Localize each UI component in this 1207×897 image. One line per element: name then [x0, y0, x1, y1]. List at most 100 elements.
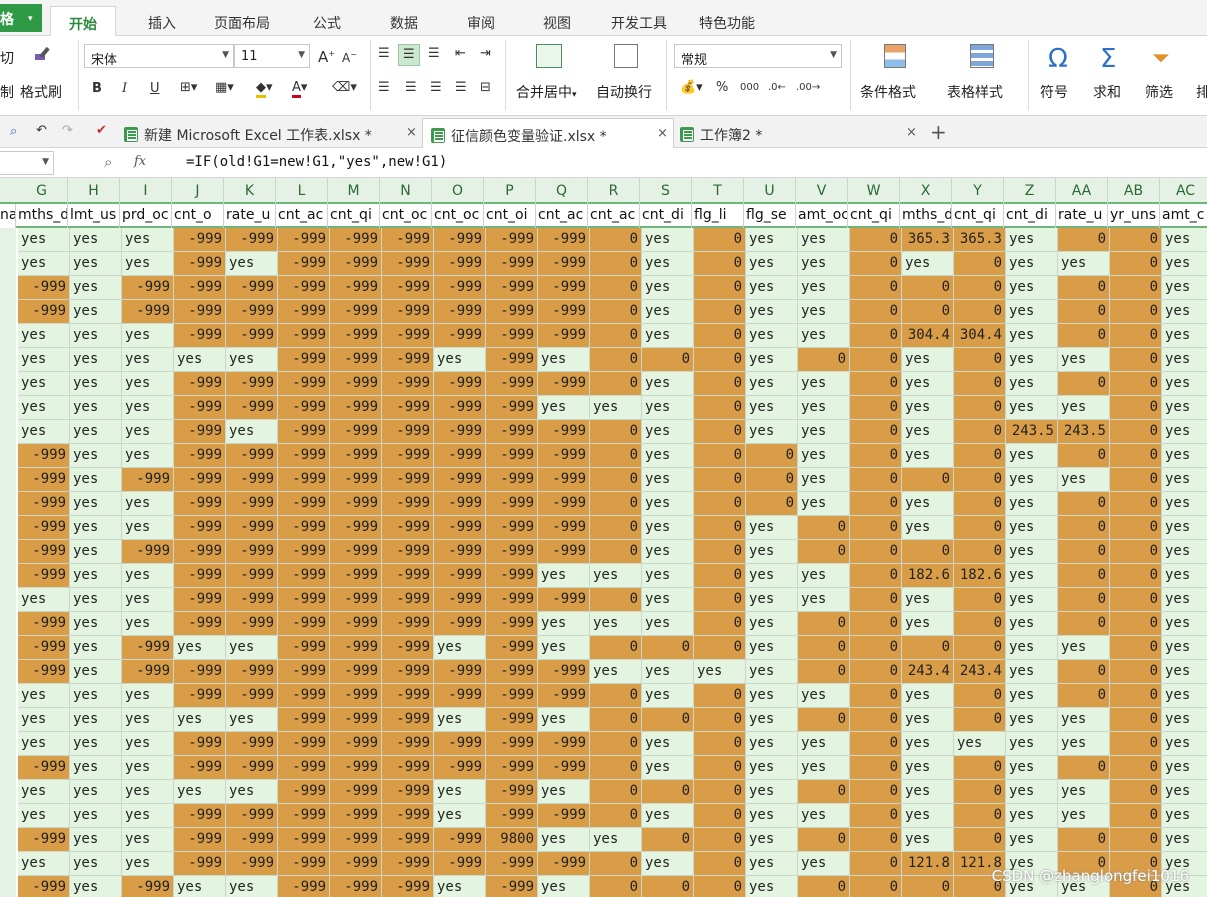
header-cell[interactable]: cnt_oc [380, 204, 432, 228]
table-cell[interactable]: 0 [1058, 660, 1110, 684]
font-size-select[interactable]: 11 ▼ [234, 44, 310, 68]
table-cell[interactable]: -999 [382, 684, 434, 708]
table-cell[interactable]: yes [746, 612, 798, 636]
column-header-t[interactable]: T [692, 178, 744, 204]
table-cell[interactable]: yes [1058, 804, 1110, 828]
table-cell[interactable]: yes [746, 804, 798, 828]
table-cell[interactable]: yes [1058, 780, 1110, 804]
table-cell[interactable]: yes [174, 636, 226, 660]
table-cell[interactable]: 0 [1058, 540, 1110, 564]
table-cell[interactable]: 121.8 [902, 852, 954, 876]
menu-tab-review[interactable]: 审阅 [467, 13, 495, 33]
table-cell[interactable]: yes [746, 780, 798, 804]
column-header-h[interactable]: H [68, 178, 120, 204]
table-cell[interactable]: yes [122, 588, 174, 612]
table-cell[interactable]: yes [434, 708, 486, 732]
table-cell[interactable]: -999 [330, 444, 382, 468]
table-cell[interactable]: 0 [590, 540, 642, 564]
table-cell[interactable]: yes [226, 876, 278, 897]
table-cell[interactable]: 0 [1110, 516, 1162, 540]
table-cell[interactable]: -999 [486, 228, 538, 252]
table-cell[interactable]: -999 [330, 636, 382, 660]
table-cell[interactable]: 0 [642, 780, 694, 804]
table-cell[interactable]: 0 [694, 540, 746, 564]
table-cell[interactable]: -999 [226, 540, 278, 564]
menu-tab-special[interactable]: 特色功能 [699, 13, 755, 33]
table-cell[interactable]: 0 [694, 276, 746, 300]
table-cell[interactable]: yes [70, 828, 122, 852]
table-cell[interactable]: -999 [538, 684, 590, 708]
table-cell[interactable]: -999 [382, 876, 434, 897]
table-cell[interactable]: yes [70, 468, 122, 492]
sort-button[interactable]: 排 [1196, 82, 1207, 102]
table-cell[interactable]: 0 [954, 276, 1006, 300]
table-cell[interactable]: -999 [278, 468, 330, 492]
table-cell[interactable]: 0 [590, 492, 642, 516]
table-cell[interactable]: -999 [278, 780, 330, 804]
table-cell[interactable]: 0 [954, 804, 1006, 828]
table-cell[interactable]: -999 [226, 852, 278, 876]
table-cell[interactable]: yes [1006, 516, 1058, 540]
table-cell[interactable]: yes [174, 348, 226, 372]
table-cell[interactable]: 0 [850, 420, 902, 444]
table-cell[interactable]: yes [70, 588, 122, 612]
header-cell[interactable]: cnt_qi [328, 204, 380, 228]
table-cell[interactable]: yes [18, 732, 70, 756]
table-cell[interactable]: -999 [330, 732, 382, 756]
table-cell[interactable]: yes [1162, 228, 1207, 252]
table-cell[interactable]: 0 [902, 540, 954, 564]
table-cell[interactable]: -999 [382, 660, 434, 684]
table-cell[interactable]: yes [434, 348, 486, 372]
table-cell[interactable]: yes [642, 468, 694, 492]
table-cell[interactable]: -999 [330, 228, 382, 252]
table-cell[interactable]: 0 [1110, 372, 1162, 396]
search-icon[interactable]: ⌕ [10, 124, 17, 139]
table-cell[interactable]: -999 [278, 564, 330, 588]
app-menu-button[interactable]: 格 ▾ [0, 4, 42, 32]
table-cell[interactable]: 0 [902, 636, 954, 660]
table-cell[interactable]: -999 [382, 228, 434, 252]
table-cell[interactable]: yes [70, 684, 122, 708]
table-cell[interactable]: -999 [382, 396, 434, 420]
table-cell[interactable]: -999 [278, 372, 330, 396]
table-cell[interactable]: 0 [954, 828, 1006, 852]
table-cell[interactable]: yes [642, 684, 694, 708]
table-cell[interactable]: -999 [278, 348, 330, 372]
table-cell[interactable]: yes [1162, 684, 1207, 708]
table-cell[interactable]: -999 [122, 468, 174, 492]
table-cell[interactable]: 0 [1110, 300, 1162, 324]
undo-icon[interactable]: ↶ [36, 123, 47, 138]
pin-icon[interactable]: ✔ [96, 123, 107, 138]
table-cell[interactable]: yes [1162, 660, 1207, 684]
table-cell[interactable]: -999 [538, 468, 590, 492]
table-cell[interactable]: -999 [278, 756, 330, 780]
table-cell[interactable]: -999 [382, 468, 434, 492]
table-cell[interactable]: 0 [954, 348, 1006, 372]
table-cell[interactable]: -999 [174, 372, 226, 396]
table-cell[interactable]: yes [122, 372, 174, 396]
table-cell[interactable]: -999 [18, 300, 70, 324]
table-cell[interactable]: yes [1006, 348, 1058, 372]
table-cell[interactable]: -999 [486, 780, 538, 804]
table-cell[interactable]: -999 [434, 492, 486, 516]
table-cell[interactable]: yes [798, 492, 850, 516]
table-cell[interactable]: 0 [850, 636, 902, 660]
table-cell[interactable]: -999 [174, 228, 226, 252]
table-cell[interactable]: -999 [18, 468, 70, 492]
table-cell[interactable]: -999 [330, 876, 382, 897]
table-cell[interactable]: yes [746, 684, 798, 708]
table-cell[interactable]: yes [122, 516, 174, 540]
table-cell[interactable]: -999 [330, 852, 382, 876]
table-cell[interactable]: 0 [1058, 612, 1110, 636]
formula-input[interactable]: =IF(old!G1=new!G1,"yes",new!G1) [186, 154, 447, 170]
table-cell[interactable]: yes [70, 804, 122, 828]
table-cell[interactable]: yes [798, 252, 850, 276]
table-cell[interactable]: yes [18, 396, 70, 420]
table-cell[interactable]: 0 [1110, 564, 1162, 588]
table-cell[interactable]: -999 [330, 684, 382, 708]
table-cell[interactable]: 0 [1058, 492, 1110, 516]
table-cell[interactable]: 0 [694, 300, 746, 324]
table-cell[interactable]: 0 [850, 828, 902, 852]
table-cell[interactable]: yes [70, 756, 122, 780]
table-cell[interactable]: 0 [1058, 228, 1110, 252]
